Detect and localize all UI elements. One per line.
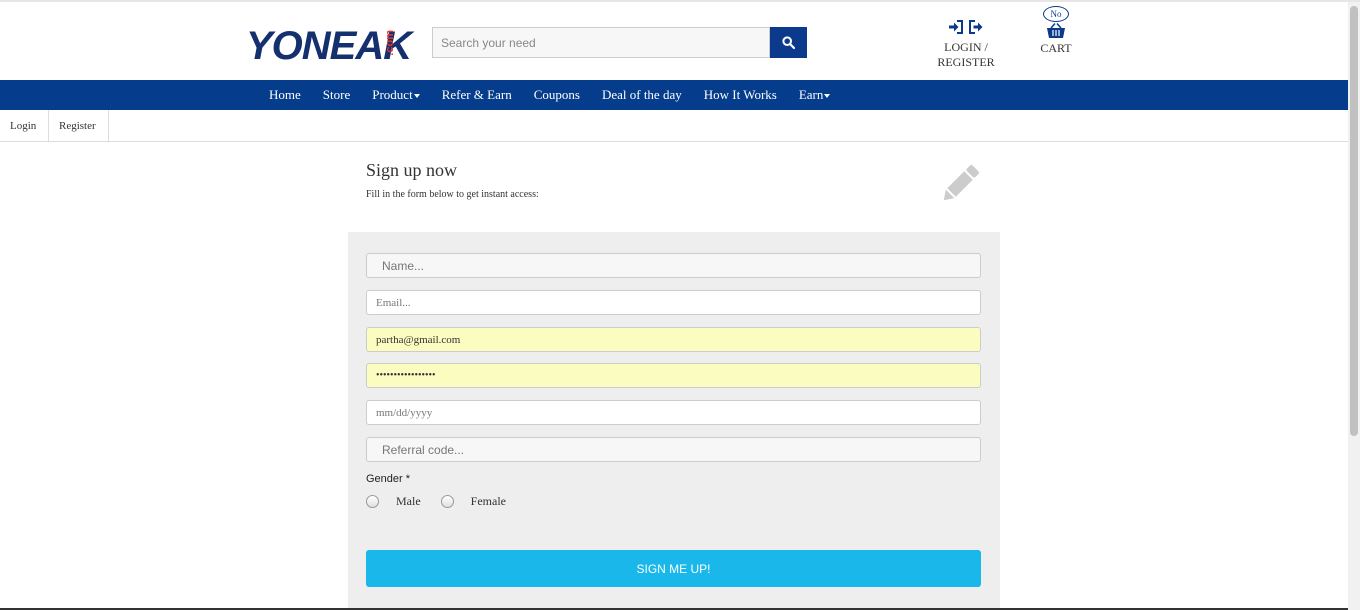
signup-title: Sign up now	[366, 160, 458, 180]
nav-item-product[interactable]: Product	[361, 80, 430, 110]
email-confirm-input[interactable]	[366, 327, 981, 352]
tab-login[interactable]: Login	[0, 110, 49, 142]
search-button[interactable]	[770, 27, 807, 58]
gender-female-label: Female	[470, 494, 506, 508]
nav-item-deal-of-the-day[interactable]: Deal of the day	[591, 80, 693, 110]
login-icons	[918, 20, 1014, 36]
caret-down-icon	[413, 94, 420, 99]
logo-suffix: .com	[384, 30, 396, 56]
site-logo[interactable]: YONEAK .com	[246, 20, 412, 66]
signup-subtitle: Fill in the form below to get instant ac…	[366, 189, 539, 200]
search-bar	[432, 27, 807, 58]
basket-icon	[1047, 23, 1065, 38]
email-input[interactable]	[366, 290, 981, 315]
referral-code-input[interactable]	[366, 437, 981, 462]
sign-up-button[interactable]: SIGN ME UP!	[366, 550, 981, 587]
sign-in-icon	[949, 20, 963, 34]
gender-female-radio[interactable]	[440, 495, 454, 508]
password-input[interactable]	[366, 363, 981, 388]
page: YONEAK .com Search your need LOGIN / REG…	[0, 0, 1360, 610]
gender-male-label: Male	[396, 494, 421, 508]
sign-out-icon	[969, 20, 983, 34]
auth-tabs: Login Register	[0, 110, 1348, 143]
scrollbar-thumb[interactable]	[1350, 6, 1358, 436]
nav-item-coupons[interactable]: Coupons	[523, 80, 591, 110]
search-icon	[782, 36, 795, 49]
gender-male-radio[interactable]	[366, 495, 379, 508]
cart-count-badge: No	[1043, 6, 1069, 22]
nav-item-home[interactable]: Home	[258, 80, 312, 110]
caret-down-icon	[824, 94, 831, 99]
main-nav: Home Store Product Refer & Earn Coupons …	[0, 80, 1348, 110]
vertical-scrollbar[interactable]	[1348, 2, 1360, 610]
gender-label: Gender *	[366, 473, 411, 485]
nav-item-earn[interactable]: Earn	[788, 80, 842, 110]
nav-item-store[interactable]: Store	[312, 80, 361, 110]
cart-link[interactable]: No CART	[1036, 6, 1076, 56]
cart-label: CART	[1040, 41, 1072, 55]
nav-item-refer-earn[interactable]: Refer & Earn	[431, 80, 523, 110]
gender-options: Male Female	[366, 494, 526, 509]
signup-header: Sign up now Fill in the form below to ge…	[366, 160, 539, 200]
name-input[interactable]	[366, 253, 981, 278]
nav-item-how-it-works[interactable]: How It Works	[693, 80, 788, 110]
site-header: YONEAK .com Search your need LOGIN / REG…	[0, 2, 1348, 80]
search-input[interactable]	[432, 27, 770, 58]
tab-register[interactable]: Register	[49, 110, 109, 143]
login-register-label: LOGIN / REGISTER	[937, 40, 995, 69]
login-register-link[interactable]: LOGIN / REGISTER	[918, 20, 1014, 70]
signup-form: Gender * Male Female SIGN ME UP!	[348, 232, 1000, 610]
birthdate-input[interactable]	[366, 400, 981, 425]
pencil-icon	[943, 165, 979, 201]
